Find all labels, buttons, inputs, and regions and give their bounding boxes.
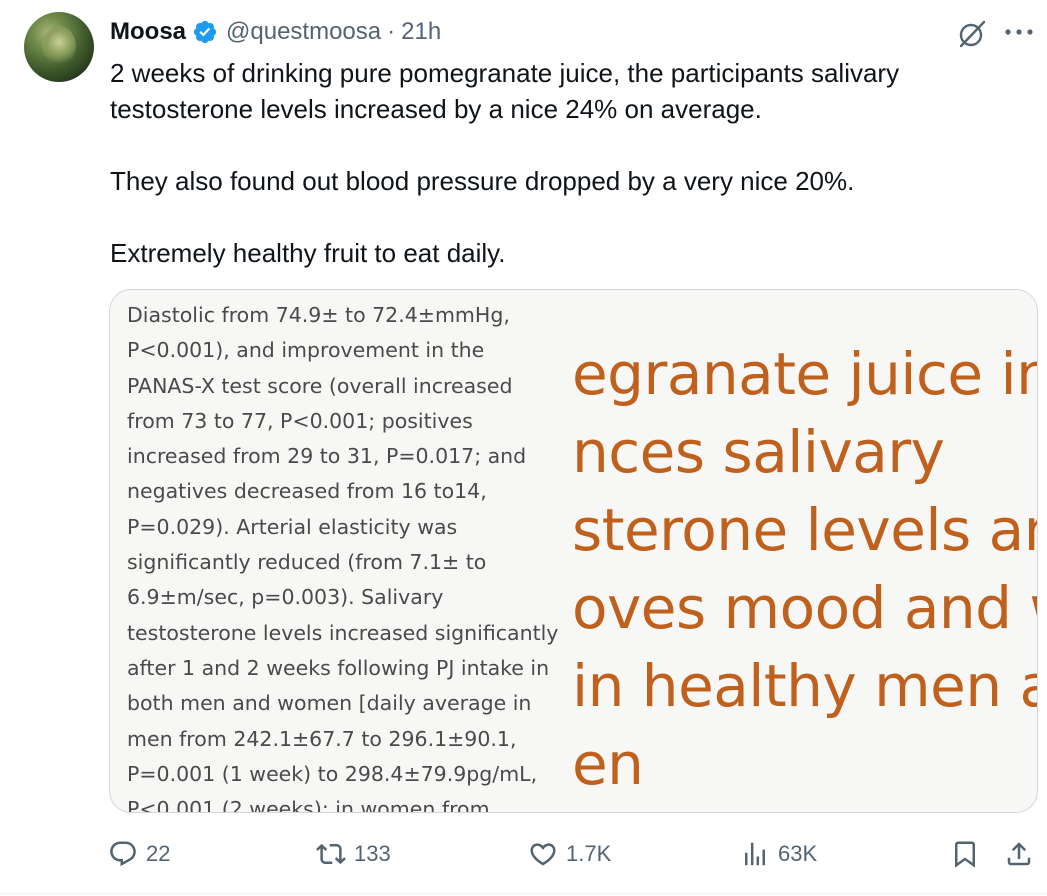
paper-excerpt-line: both men and women [daily average in [127,691,532,716]
paper-title-line: en [572,730,644,798]
paper-title-text: egranate juice int nces salivary sterone l… [572,335,1037,803]
like-count: 1.7K [566,841,612,866]
paper-excerpt-line: P=0.029). Arterial elasticity was [127,514,458,539]
share-button[interactable] [1004,832,1034,876]
reply-count: 22 [146,841,171,866]
paper-excerpt-line: significantly reduced (from 7.1± to [127,550,487,575]
divider [0,893,1047,894]
bookmark-button[interactable] [950,832,980,876]
grok-icon[interactable] [956,18,988,50]
paper-excerpt-line: P<0.001), and improvement in the [127,338,485,363]
tweet-media-image[interactable]: Diastolic from 74.9± to 72.4±mmHg, P<0.00… [109,289,1038,813]
paper-excerpt-line: increased from 29 to 31, P=0.017; and [127,444,527,469]
tweet-text: 2 weeks of drinking pure pomegranate jui… [110,58,900,268]
paper-excerpt-line: 6.9±m/sec, p=0.003). Salivary [127,585,444,610]
paper-excerpt-line: P<0.001 (2 weeks); in women from [127,797,490,813]
paper-title-line: nces salivary [572,418,945,486]
separator-dot: · [387,18,396,45]
repost-button[interactable]: 133 [316,832,391,876]
paper-title-line: sterone levels an [572,496,1038,564]
action-bar: 22 133 1.7K 63K [0,832,1047,876]
heart-icon [530,843,556,866]
views-button[interactable]: 63K [740,832,817,876]
views-icon [745,842,765,866]
paper-excerpt-line: Diastolic from 74.9± to 72.4±mmHg, [127,303,510,327]
paper-excerpt-line: testosterone levels increased significan… [127,620,559,645]
repost-icon [316,843,346,865]
timestamp[interactable]: 21h [401,18,441,46]
more-icon[interactable] [1002,20,1036,44]
repost-count: 133 [354,841,391,866]
paper-excerpt-line: PANAS-X test score (overall increased [127,373,513,398]
views-count: 63K [778,841,818,866]
like-button[interactable]: 1.7K [528,832,611,876]
share-icon [1007,842,1031,866]
paper-excerpt-line: negatives decreased from 16 to14, [127,479,487,504]
paper-title-line: oves mood and w [572,574,1038,642]
avatar[interactable] [24,12,94,82]
paper-excerpt-line: from 73 to 77, P<0.001; positives [127,408,473,433]
bookmark-icon [955,841,975,868]
paper-excerpt-line: men from 242.1±67.7 to 296.1±90.1, [127,726,517,751]
author-handle[interactable]: @questmoosa [226,18,381,46]
verified-badge-icon [193,20,217,44]
author-name[interactable]: Moosa [110,18,186,46]
paper-excerpt-line: P=0.001 (1 week) to 298.4±79.9pg/mL, [127,761,538,786]
reply-button[interactable]: 22 [108,832,170,876]
reply-icon [110,841,136,867]
tweet-header: Moosa @questmoosa · 21h [110,14,441,50]
paper-title-line: egranate juice int [572,340,1038,408]
paper-excerpt-line: after 1 and 2 weeks following PJ intake … [127,655,550,680]
paper-title-line: in healthy men a [572,652,1038,720]
paper-excerpt-text: Diastolic from 74.9± to 72.4±mmHg, P<0.00… [127,298,577,813]
